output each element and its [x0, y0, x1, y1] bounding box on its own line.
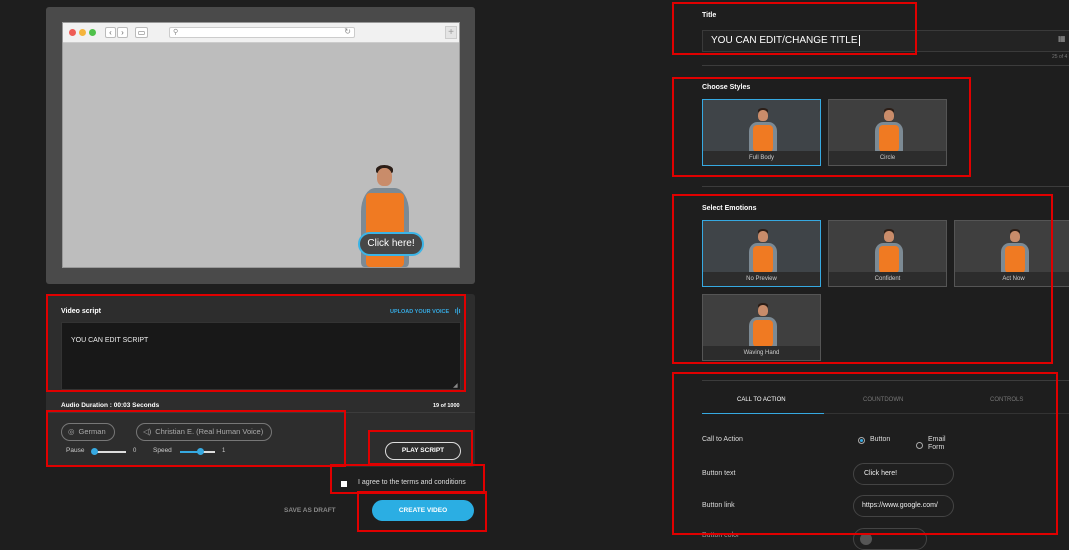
language-select[interactable]: ◎ German [61, 423, 115, 441]
emoji-icon[interactable]: ▦ [1058, 34, 1066, 43]
radio-button-label: Button [870, 436, 891, 443]
emotion-confident[interactable]: Confident [828, 220, 947, 287]
color-swatch [860, 533, 872, 545]
avatar-thumb [747, 229, 779, 273]
search-icon: ⚲ [173, 29, 179, 36]
tab-controls[interactable]: CONTROLS [990, 397, 1023, 403]
text-cursor [858, 35, 860, 46]
button-link-label: Button link [702, 502, 735, 509]
megaphone-icon: ◁) [143, 427, 152, 436]
emotion-caption: Confident [829, 272, 946, 286]
style-caption: Circle [829, 151, 946, 165]
choose-styles-label: Choose Styles [702, 84, 751, 91]
waveform-icon: ı|ı [454, 308, 461, 315]
style-full-body[interactable]: Full Body [702, 99, 821, 166]
active-tab-underline [702, 413, 824, 414]
globe-icon: ◎ [68, 427, 75, 436]
divider [702, 380, 1069, 381]
video-script-label: Video script [61, 308, 101, 315]
emotion-no-preview[interactable]: No Preview [702, 220, 821, 287]
char-count: 19 of 1000 [433, 403, 460, 409]
new-tab-icon: + [445, 26, 457, 39]
emotion-caption: No Preview [703, 272, 820, 286]
divider [824, 413, 1069, 414]
avatar-thumb [873, 229, 905, 273]
title-count: 25 of 4 [1052, 54, 1068, 60]
title-input[interactable]: YOU CAN EDIT/CHANGE TITLE [702, 30, 1069, 52]
browser-toolbar: ‹ › ▭ ⚲ ↻ + [63, 23, 459, 43]
emotion-waving-hand[interactable]: Waving Hand [702, 294, 821, 361]
cta-type-label: Call to Action [702, 436, 743, 443]
radio-button-option[interactable] [858, 437, 865, 444]
tab-call-to-action[interactable]: CALL TO ACTION [737, 397, 786, 403]
create-video-button[interactable]: CREATE VIDEO [372, 500, 474, 521]
radio-email-option[interactable] [916, 442, 923, 449]
speed-label: Speed [153, 447, 172, 454]
button-text-label: Button text [702, 470, 736, 477]
tab-countdown[interactable]: COUNTDOWN [863, 397, 903, 403]
divider [702, 65, 1069, 66]
button-color-label: Button color [702, 532, 740, 539]
avatar-thumb [999, 229, 1031, 273]
reload-icon: ↻ [344, 27, 351, 36]
avatar-thumb [873, 108, 905, 152]
terms-label: I agree to the terms and conditions [358, 479, 466, 486]
minimize-dot-icon [79, 29, 86, 36]
title-value: YOU CAN EDIT/CHANGE TITLE [711, 35, 858, 46]
pause-label: Pause [66, 447, 85, 454]
resize-handle-icon[interactable]: ◢ [453, 382, 458, 389]
url-bar: ⚲ ↻ [169, 27, 355, 38]
play-script-button[interactable]: PLAY SCRIPT [385, 442, 461, 460]
audio-duration: Audio Duration : 00:03 Seconds [61, 402, 160, 409]
script-textarea[interactable]: YOU CAN EDIT SCRIPT [61, 322, 461, 390]
terms-checkbox[interactable] [341, 481, 347, 487]
back-arrow-icon: ‹ [105, 27, 116, 38]
upload-voice-link[interactable]: UPLOAD YOUR VOICE ı|ı [390, 308, 461, 315]
title-label: Title [702, 12, 717, 19]
emotion-act-now[interactable]: Act Now [954, 220, 1069, 287]
style-caption: Full Body [703, 151, 820, 165]
pause-value: 0 [133, 448, 137, 454]
emotion-caption: Act Now [955, 272, 1069, 286]
select-emotions-label: Select Emotions [702, 205, 757, 212]
close-dot-icon [69, 29, 76, 36]
avatar-thumb [747, 108, 779, 152]
button-link-input[interactable]: https://www.google.com/ [853, 495, 954, 517]
voice-select[interactable]: ◁) Christian E. (Real Human Voice) [136, 423, 273, 441]
divider [46, 412, 475, 413]
button-text-input[interactable]: Click here! [853, 463, 954, 485]
speed-slider-knob[interactable] [197, 448, 204, 455]
emotion-caption: Waving Hand [703, 346, 820, 360]
style-circle[interactable]: Circle [828, 99, 947, 166]
forward-arrow-icon: › [117, 27, 128, 38]
upload-voice-label: UPLOAD YOUR VOICE [390, 309, 450, 315]
avatar-thumb [747, 303, 779, 347]
sidebar-icon: ▭ [135, 27, 148, 38]
maximize-dot-icon [89, 29, 96, 36]
pause-slider-knob[interactable] [91, 448, 98, 455]
language-value: German [78, 427, 106, 436]
voice-value: Christian E. (Real Human Voice) [155, 427, 264, 436]
radio-email-label: Email Form [928, 436, 946, 451]
speed-value: 1 [222, 448, 226, 454]
divider [702, 186, 1069, 187]
save-draft-button[interactable]: SAVE AS DRAFT [284, 507, 336, 514]
preview-cta-button[interactable]: Click here! [358, 232, 424, 256]
